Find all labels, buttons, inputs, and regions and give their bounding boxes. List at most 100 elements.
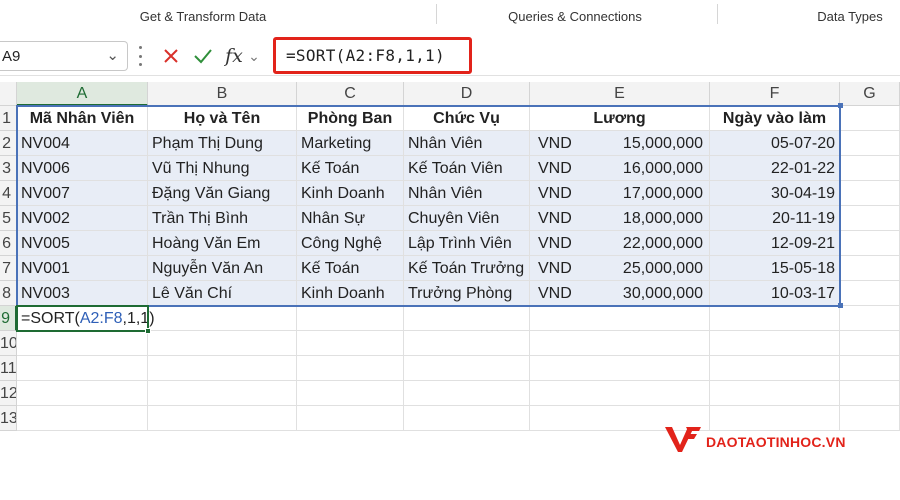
cell[interactable] — [17, 406, 148, 431]
table-cell-id[interactable]: NV003 — [17, 281, 148, 306]
table-cell-name[interactable]: Đặng Văn Giang — [148, 181, 297, 206]
row-header-11[interactable]: 11 — [0, 356, 17, 381]
cell[interactable] — [297, 331, 404, 356]
table-cell-date[interactable]: 12-09-21 — [710, 231, 840, 256]
cell[interactable] — [404, 406, 530, 431]
row-header-5[interactable]: 5 — [0, 206, 17, 231]
cell[interactable] — [840, 406, 900, 431]
cell[interactable] — [148, 406, 297, 431]
row-header-8[interactable]: 8 — [0, 281, 17, 306]
table-cell-id[interactable]: NV004 — [17, 131, 148, 156]
cell[interactable] — [17, 381, 148, 406]
table-cell-dept[interactable]: Kinh Doanh — [297, 181, 404, 206]
cell[interactable] — [840, 231, 900, 256]
chevron-down-icon[interactable]: ⌄ — [246, 42, 262, 70]
table-cell-salary[interactable]: VND 17,000,000 — [530, 181, 710, 206]
table-cell-name[interactable]: Lê Văn Chí — [148, 281, 297, 306]
cell[interactable] — [530, 331, 710, 356]
cell[interactable] — [710, 306, 840, 331]
table-cell-dept[interactable]: Công Nghệ — [297, 231, 404, 256]
chevron-down-icon[interactable]: ⌄ — [106, 46, 119, 64]
table-cell-salary[interactable]: VND 15,000,000 — [530, 131, 710, 156]
cell[interactable] — [840, 156, 900, 181]
cell[interactable] — [840, 106, 900, 131]
table-cell-role[interactable]: Chuyên Viên — [404, 206, 530, 231]
cell[interactable] — [840, 181, 900, 206]
table-cell-date[interactable]: 22-01-22 — [710, 156, 840, 181]
column-header-g[interactable]: G — [840, 82, 900, 106]
cell[interactable] — [530, 356, 710, 381]
table-cell-salary[interactable]: VND 16,000,000 — [530, 156, 710, 181]
cell[interactable] — [297, 381, 404, 406]
table-cell-role[interactable]: Kế Toán Trưởng — [404, 256, 530, 281]
table-cell-role[interactable]: Nhân Viên — [404, 131, 530, 156]
column-title[interactable]: Ngày vào làm — [710, 106, 840, 131]
cell[interactable] — [840, 356, 900, 381]
cell[interactable] — [530, 381, 710, 406]
row-header-4[interactable]: 4 — [0, 181, 17, 206]
cell[interactable] — [404, 331, 530, 356]
cell[interactable] — [530, 306, 710, 331]
spill-handle-icon[interactable] — [838, 303, 843, 308]
table-cell-id[interactable]: NV001 — [17, 256, 148, 281]
table-cell-date[interactable]: 05-07-20 — [710, 131, 840, 156]
table-cell-role[interactable]: Kế Toán Viên — [404, 156, 530, 181]
cell[interactable] — [710, 381, 840, 406]
cell[interactable] — [148, 356, 297, 381]
row-header-10[interactable]: 10 — [0, 331, 17, 356]
cell[interactable] — [840, 281, 900, 306]
table-cell-salary[interactable]: VND 22,000,000 — [530, 231, 710, 256]
column-header-b[interactable]: B — [148, 82, 297, 106]
drag-handle-icon[interactable] — [138, 46, 142, 66]
insert-function-icon[interactable]: fx — [222, 42, 246, 70]
cell[interactable] — [17, 331, 148, 356]
table-cell-name[interactable]: Phạm Thị Dung — [148, 131, 297, 156]
column-title[interactable]: Mã Nhân Viên — [17, 106, 148, 131]
cell[interactable] — [710, 331, 840, 356]
table-cell-id[interactable]: NV002 — [17, 206, 148, 231]
table-cell-salary[interactable]: VND 25,000,000 — [530, 256, 710, 281]
row-header-6[interactable]: 6 — [0, 231, 17, 256]
row-header-3[interactable]: 3 — [0, 156, 17, 181]
cell[interactable] — [710, 356, 840, 381]
table-cell-date[interactable]: 30-04-19 — [710, 181, 840, 206]
table-cell-name[interactable]: Trần Thị Bình — [148, 206, 297, 231]
table-cell-dept[interactable]: Nhân Sự — [297, 206, 404, 231]
table-cell-name[interactable]: Vũ Thị Nhung — [148, 156, 297, 181]
column-header-f[interactable]: F — [710, 82, 840, 106]
row-header-12[interactable]: 12 — [0, 381, 17, 406]
column-title[interactable]: Họ và Tên — [148, 106, 297, 131]
table-cell-date[interactable]: 10-03-17 — [710, 281, 840, 306]
cell[interactable] — [404, 306, 530, 331]
row-header-9[interactable]: 9 — [0, 306, 17, 331]
cell[interactable] — [840, 256, 900, 281]
select-all-corner[interactable] — [0, 82, 17, 106]
cell[interactable] — [840, 131, 900, 156]
table-cell-dept[interactable]: Kinh Doanh — [297, 281, 404, 306]
cell[interactable] — [840, 331, 900, 356]
active-cell-a9[interactable]: =SORT(A2:F8,1,1) — [17, 306, 277, 331]
table-cell-name[interactable]: Nguyễn Văn An — [148, 256, 297, 281]
column-header-e[interactable]: E — [530, 82, 710, 106]
formula-input[interactable]: =SORT(A2:F8,1,1) — [273, 37, 472, 74]
column-header-c[interactable]: C — [297, 82, 404, 106]
cell[interactable] — [840, 306, 900, 331]
cell[interactable] — [17, 356, 148, 381]
table-cell-dept[interactable]: Kế Toán — [297, 156, 404, 181]
cell[interactable] — [148, 381, 297, 406]
row-header-13[interactable]: 13 — [0, 406, 17, 431]
table-cell-dept[interactable]: Marketing — [297, 131, 404, 156]
cell[interactable] — [297, 306, 404, 331]
table-cell-role[interactable]: Nhân Viên — [404, 181, 530, 206]
table-cell-date[interactable]: 20-11-19 — [710, 206, 840, 231]
column-title[interactable]: Chức Vụ — [404, 106, 530, 131]
table-cell-name[interactable]: Hoàng Văn Em — [148, 231, 297, 256]
column-title[interactable]: Lương — [530, 106, 710, 131]
cell[interactable] — [404, 356, 530, 381]
column-header-a[interactable]: A — [17, 82, 148, 106]
table-cell-date[interactable]: 15-05-18 — [710, 256, 840, 281]
table-cell-dept[interactable]: Kế Toán — [297, 256, 404, 281]
name-box[interactable]: A9 ⌄ — [0, 41, 128, 71]
row-header-1[interactable]: 1 — [0, 106, 17, 131]
table-cell-id[interactable]: NV005 — [17, 231, 148, 256]
